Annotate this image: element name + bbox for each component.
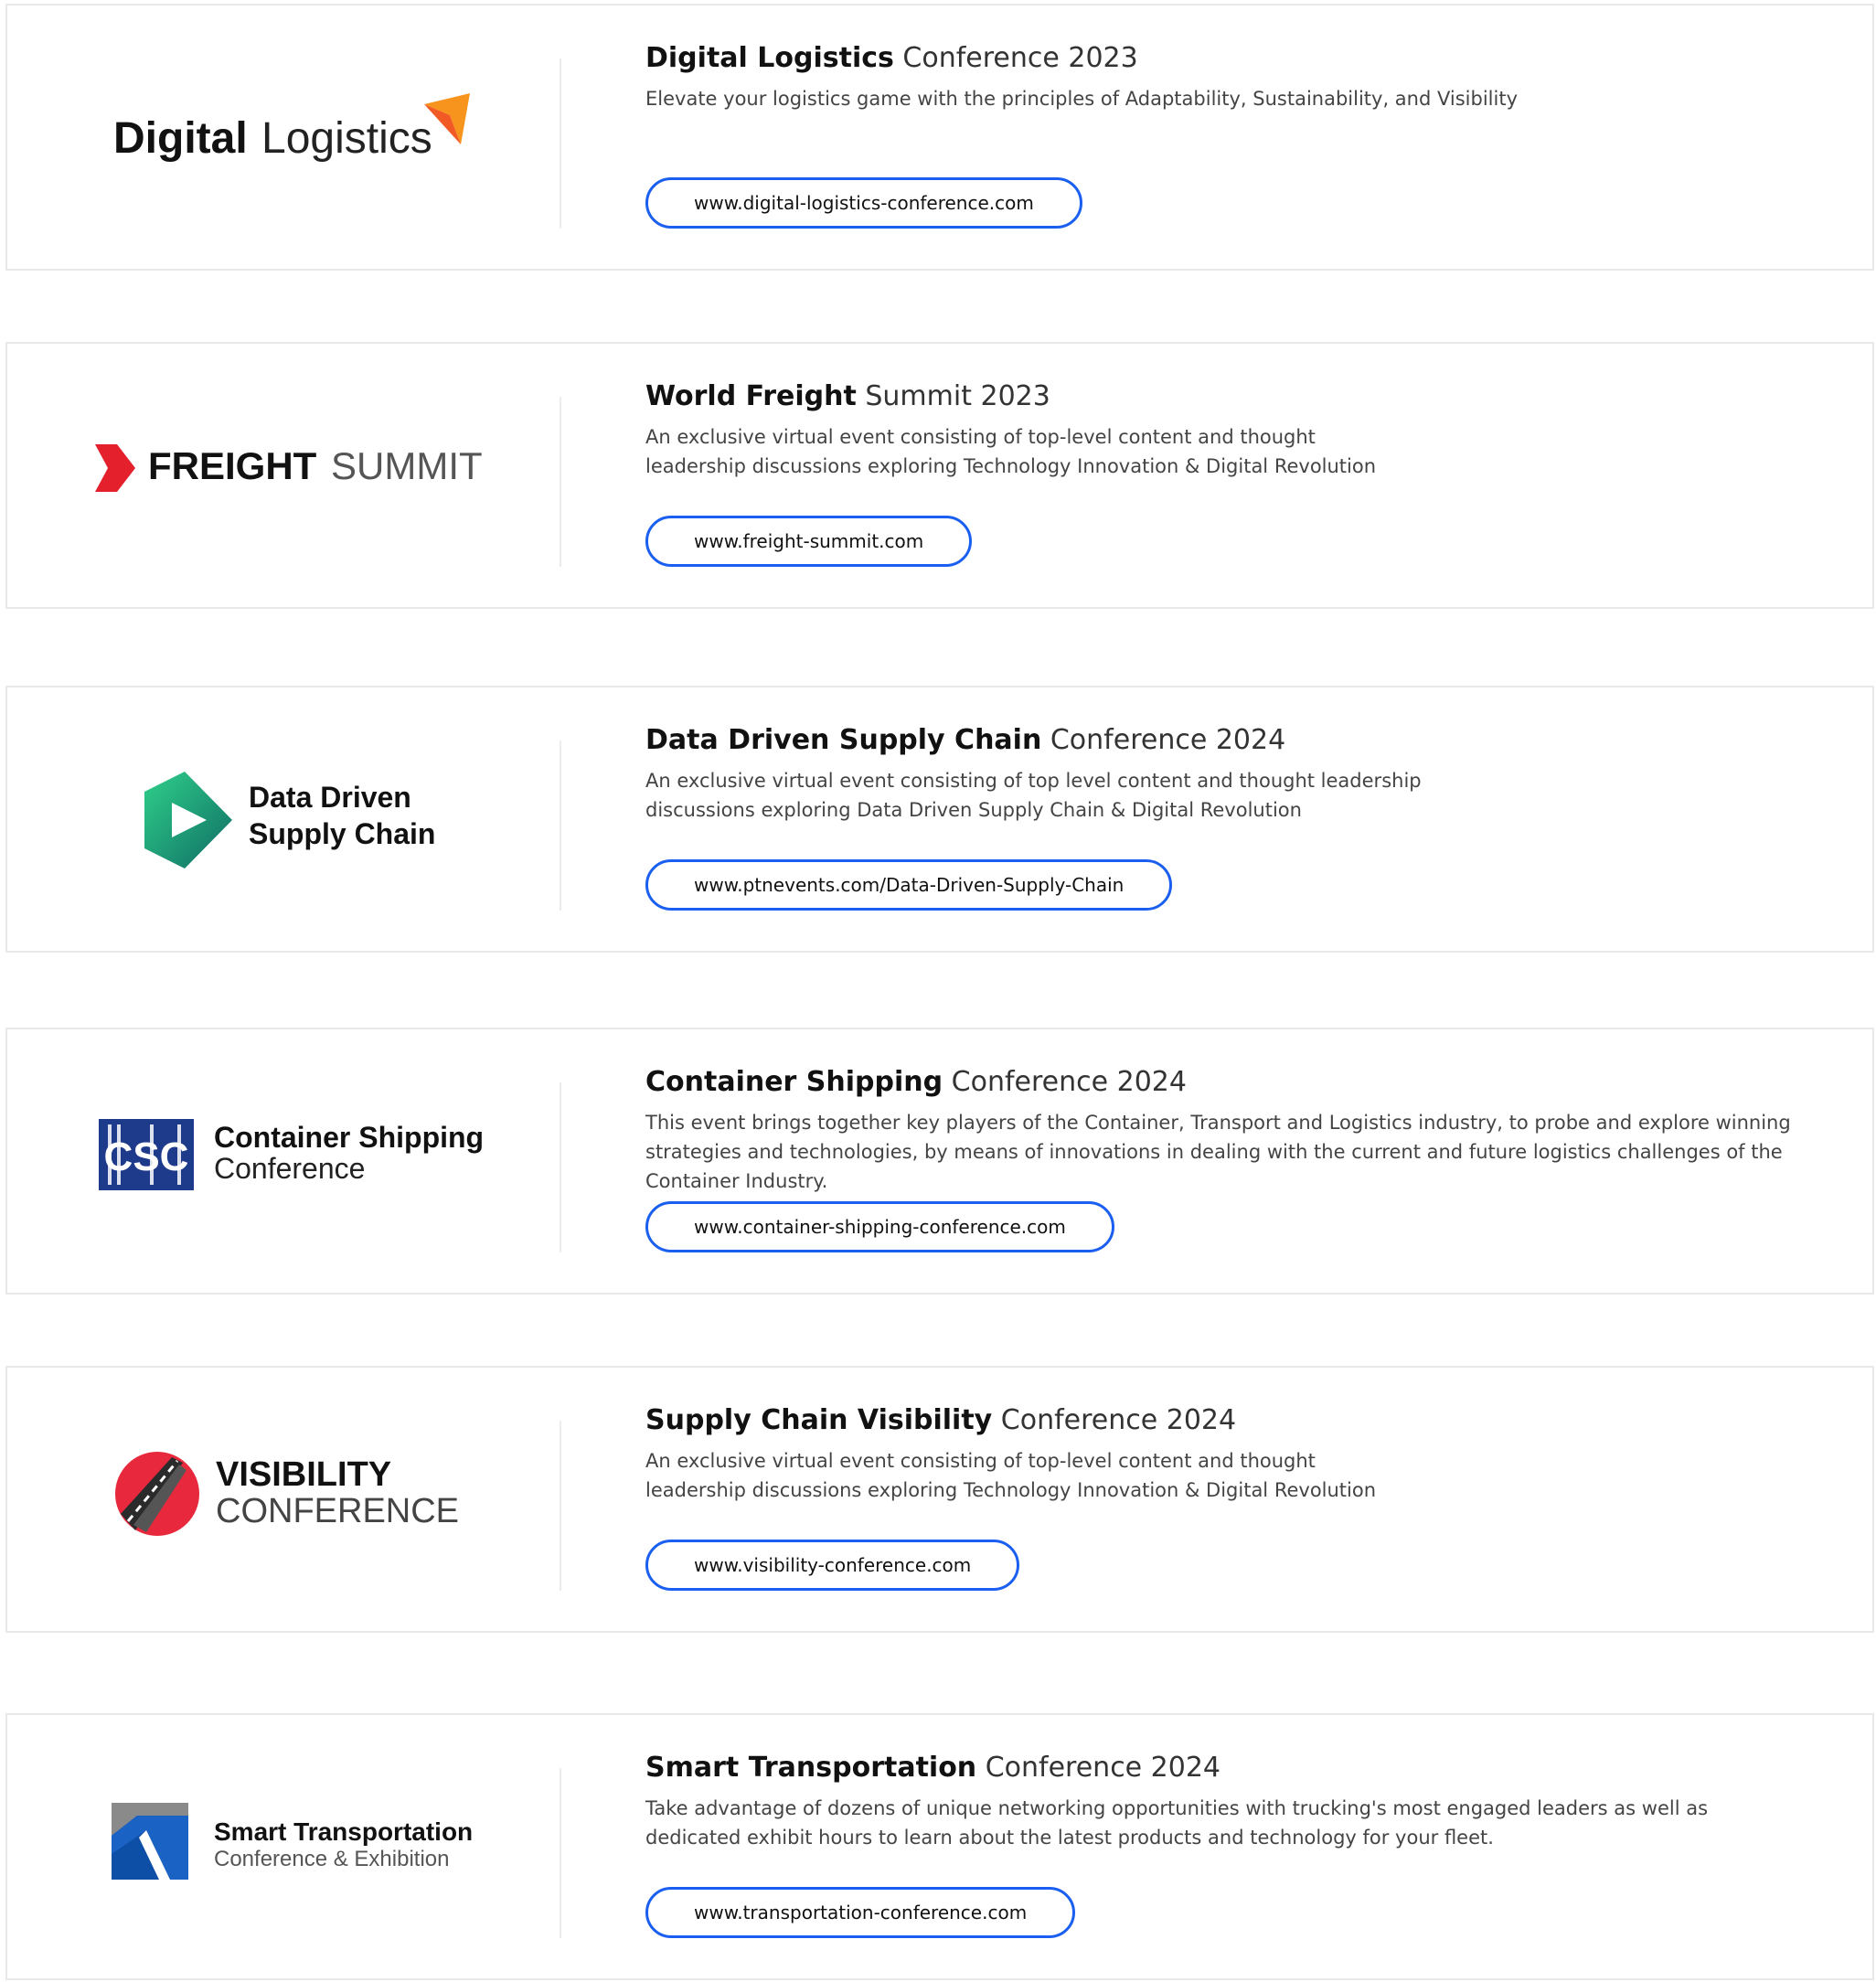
road-icon [115, 1452, 199, 1536]
card-content: Supply Chain Visibility Conference 2024 … [645, 1402, 1817, 1505]
logo-word-logistics: Logistics [261, 114, 432, 163]
card-title: World Freight Summit 2023 [645, 380, 1050, 412]
conference-card-freight-summit: FREIGHT SUMMIT World Freight Summit 2023… [5, 342, 1874, 609]
website-link-button[interactable]: www.visibility-conference.com [645, 1540, 1020, 1591]
container-shipping-logo: CSC Container Shipping Conference [7, 1029, 560, 1293]
logo-line-2: Supply Chain [249, 817, 436, 850]
freight-summit-logo: FREIGHT SUMMIT [7, 344, 560, 607]
logo-line-1: Data Driven [249, 781, 411, 814]
card-divider [560, 741, 561, 911]
card-divider [560, 1421, 561, 1591]
logo-line-2: Conference [214, 1152, 366, 1185]
card-content: Data Driven Supply Chain Conference 2024… [645, 722, 1817, 825]
logo-line-2: Conference & Exhibition [214, 1847, 450, 1871]
card-divider [560, 1082, 561, 1252]
logo-word-digital: Digital [113, 114, 248, 163]
data-driven-logo: Data Driven Supply Chain [7, 687, 560, 951]
visibility-logo: VISIBILITY CONFERENCE [7, 1368, 560, 1631]
website-link-button[interactable]: www.digital-logistics-conference.com [645, 177, 1082, 229]
website-link-button[interactable]: www.container-shipping-conference.com [645, 1201, 1114, 1252]
card-description: An exclusive virtual event consisting of… [645, 426, 1377, 477]
play-icon [144, 772, 232, 868]
card-description: An exclusive virtual event consisting of… [645, 1450, 1377, 1501]
card-content: Container Shipping Conference 2024 This … [645, 1064, 1817, 1196]
csc-mark: CSC [99, 1119, 194, 1190]
card-title: Smart Transportation Conference 2024 [645, 1752, 1221, 1784]
website-link-button[interactable]: www.ptnevents.com/Data-Driven-Supply-Cha… [645, 859, 1173, 911]
smart-transportation-logo: Smart Transportation Conference & Exhibi… [7, 1715, 560, 1978]
card-divider [560, 397, 561, 567]
conference-card-container-shipping: CSC Container Shipping Conference Contai… [5, 1028, 1874, 1295]
card-content: Smart Transportation Conference 2024 Tak… [645, 1750, 1817, 1852]
card-divider [560, 1768, 561, 1938]
website-link-button[interactable]: www.freight-summit.com [645, 516, 973, 567]
digital-logistics-logo: Digital Logistics [7, 5, 560, 269]
card-description: An exclusive virtual event consisting of… [645, 770, 1422, 821]
logo-line-1: Smart Transportation [214, 1817, 474, 1846]
website-link-button[interactable]: www.transportation-conference.com [645, 1887, 1076, 1938]
card-title: Container Shipping Conference 2024 [645, 1066, 1187, 1098]
chevron-right-icon [95, 444, 135, 492]
logo-line-1: Container Shipping [214, 1121, 485, 1154]
card-divider [560, 59, 561, 229]
logo-word-summit: SUMMIT [331, 444, 483, 487]
arrow-icon [424, 93, 470, 144]
card-content: Digital Logistics Conference 2023 Elevat… [645, 40, 1817, 113]
card-content: World Freight Summit 2023 An exclusive v… [645, 378, 1817, 481]
card-description: Take advantage of dozens of unique netwo… [645, 1797, 1709, 1849]
conference-card-data-driven-supply-chain: Data Driven Supply Chain Data Driven Sup… [5, 686, 1874, 953]
card-description: Elevate your logistics game with the pri… [645, 88, 1518, 110]
logo-word-freight: FREIGHT [148, 444, 317, 487]
conference-card-visibility: VISIBILITY CONFERENCE Supply Chain Visib… [5, 1366, 1874, 1633]
card-description: This event brings together key players o… [645, 1112, 1791, 1192]
conference-card-digital-logistics: Digital Logistics Digital Logistics Conf… [5, 4, 1874, 271]
card-title: Supply Chain Visibility Conference 2024 [645, 1404, 1237, 1436]
logo-line-2: CONFERENCE [216, 1492, 460, 1530]
logo-line-1: VISIBILITY [216, 1455, 392, 1494]
conference-card-smart-transportation: Smart Transportation Conference & Exhibi… [5, 1713, 1874, 1980]
card-title: Digital Logistics Conference 2023 [645, 42, 1138, 74]
csc-mark-text: CSC [104, 1135, 189, 1179]
road-perspective-icon [112, 1803, 188, 1880]
card-title: Data Driven Supply Chain Conference 2024 [645, 724, 1286, 756]
